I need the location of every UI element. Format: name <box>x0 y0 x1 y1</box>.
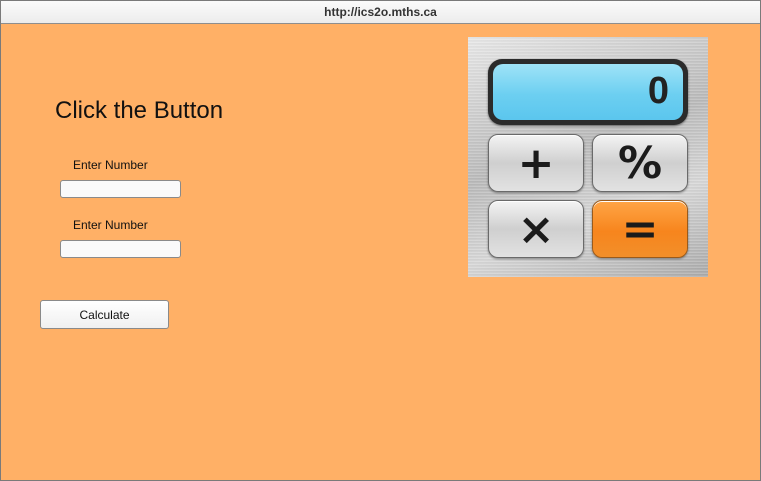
plus-key-icon: + <box>488 134 584 192</box>
number-1-label: Enter Number <box>73 158 148 172</box>
equals-key-icon: = <box>592 200 688 258</box>
page-title: Click the Button <box>55 97 224 124</box>
browser-window: http://ics2o.mths.ca Click the Button En… <box>0 0 761 481</box>
calculate-button[interactable]: Calculate <box>40 300 169 329</box>
calculator-image: 0 + % × = <box>468 37 708 277</box>
multiply-key-icon: × <box>488 200 584 258</box>
number-2-label: Enter Number <box>73 218 148 232</box>
number-2-input[interactable] <box>60 240 181 258</box>
calculator-display-value: 0 <box>647 70 669 112</box>
url-bar: http://ics2o.mths.ca <box>1 1 760 24</box>
calculator-display: 0 <box>488 59 688 125</box>
number-1-input[interactable] <box>60 180 181 198</box>
percent-key-icon: % <box>592 134 688 192</box>
